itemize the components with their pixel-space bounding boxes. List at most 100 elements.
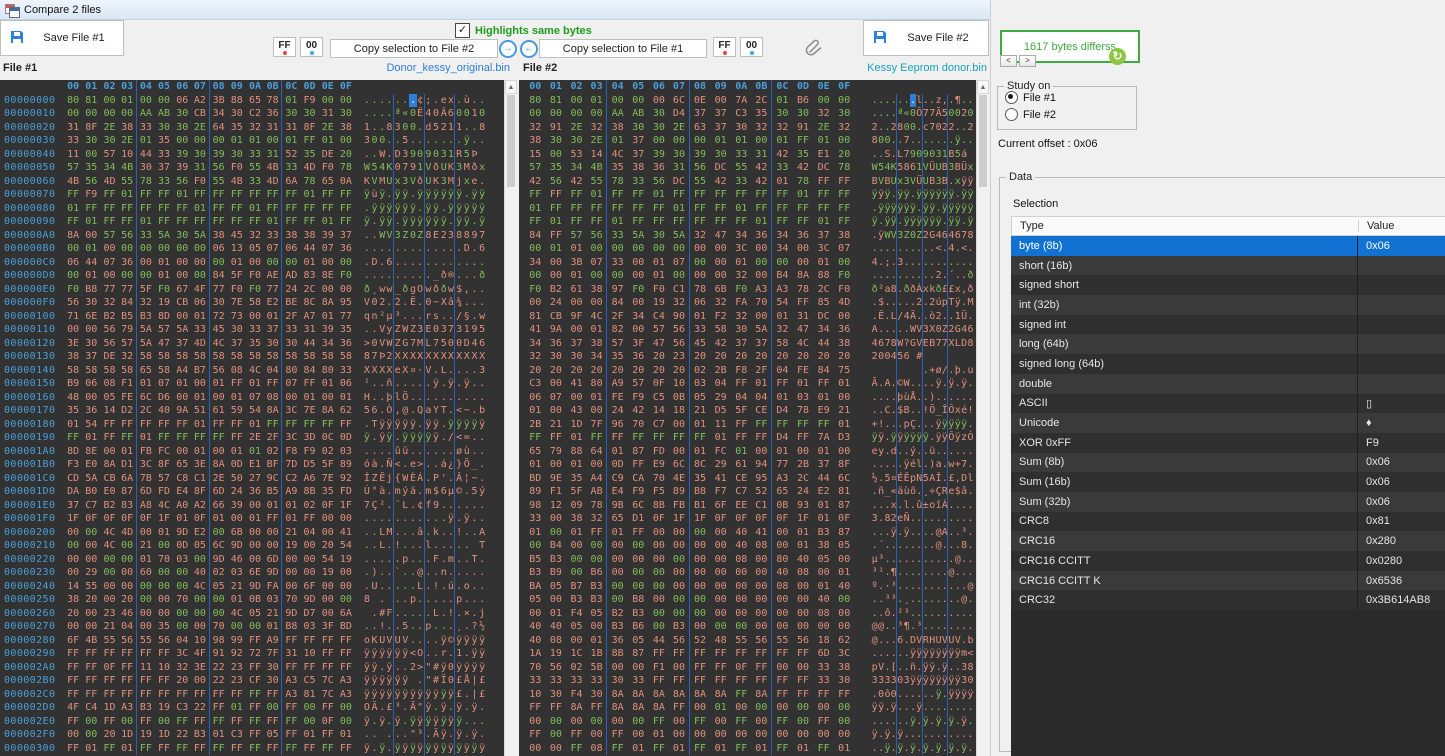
hex-byte[interactable]: 7A (731, 94, 752, 108)
hex-byte[interactable]: 5F (731, 404, 752, 418)
hex-byte[interactable]: 00 (119, 539, 137, 553)
hex-byte[interactable]: 30 (264, 337, 282, 351)
hex-byte[interactable]: 00 (264, 134, 282, 148)
ascii-char[interactable]: 9 (471, 229, 479, 243)
hex-byte[interactable]: 38 (210, 229, 228, 243)
ascii-char[interactable]: . (371, 391, 379, 405)
hex-byte[interactable]: 41 (752, 526, 773, 540)
hex-byte[interactable]: 37 (337, 229, 355, 243)
hex-byte[interactable]: FF (155, 688, 173, 702)
ascii-char[interactable]: 4 (425, 107, 433, 121)
hex-byte[interactable]: 24 (282, 283, 300, 297)
hex-byte[interactable]: 8A (319, 296, 337, 310)
ascii-char[interactable]: . (425, 512, 433, 526)
ascii-char[interactable]: . (386, 134, 394, 148)
hex-byte[interactable]: FF (319, 661, 337, 675)
hex-byte[interactable]: 4C (210, 337, 228, 351)
hex-byte[interactable]: 2F (282, 310, 300, 324)
ascii-char[interactable]: ÿ (448, 377, 456, 391)
hex-byte[interactable]: 00 (834, 593, 855, 607)
hex-byte[interactable]: FF (752, 431, 773, 445)
hex-byte[interactable]: 00 (649, 580, 670, 594)
hex-byte[interactable]: F9 (628, 391, 649, 405)
hex-byte[interactable]: 00 (173, 580, 191, 594)
ascii-char[interactable]: W (378, 148, 386, 162)
hex-byte[interactable]: 38 (525, 134, 546, 148)
ascii-char[interactable]: ® (448, 269, 456, 283)
hex-byte[interactable]: 00 (319, 526, 337, 540)
ascii-char[interactable]: Y (432, 404, 440, 418)
hex-byte[interactable]: 2F (264, 431, 282, 445)
hex-byte[interactable]: 00 (337, 701, 355, 715)
ascii-char[interactable]: 0 (455, 337, 463, 351)
hex-byte[interactable]: 00 (566, 391, 587, 405)
hex-byte[interactable]: 00 (649, 607, 670, 621)
ascii-char[interactable]: 7 (401, 161, 409, 175)
hex-byte[interactable]: B3 (813, 526, 834, 540)
ascii-char[interactable]: ÿ (409, 215, 417, 229)
hex-byte[interactable]: FF (669, 674, 690, 688)
hex-byte[interactable]: 00 (587, 242, 608, 256)
hex-byte[interactable]: 4B (264, 161, 282, 175)
ascii-char[interactable]: ÿ (378, 688, 386, 702)
hex-byte[interactable]: 06 (64, 256, 82, 270)
hex-byte[interactable]: 00 (731, 593, 752, 607)
hex-byte[interactable]: FF (300, 134, 318, 148)
hex-byte[interactable]: FF (100, 202, 118, 216)
ascii-char[interactable]: ÿ (478, 647, 486, 661)
ascii-char[interactable]: ÿ (417, 215, 425, 229)
hex-byte[interactable]: 0F (752, 512, 773, 526)
hex-byte[interactable]: 00 (752, 728, 773, 742)
ascii-char[interactable]: @ (967, 580, 973, 594)
hex-byte[interactable]: 00 (834, 607, 855, 621)
hex-byte[interactable]: 00 (566, 107, 587, 121)
ascii-char[interactable]: u (967, 364, 973, 378)
hex-byte[interactable]: FF (155, 674, 173, 688)
ascii-char[interactable]: Z (401, 229, 409, 243)
hex-byte[interactable]: FF (669, 215, 690, 229)
ascii-char[interactable]: ÿ (386, 661, 394, 675)
ascii-char[interactable]: ÿ (378, 188, 386, 202)
hex-byte[interactable]: 01 (731, 445, 752, 459)
hex-byte[interactable]: FF (191, 431, 209, 445)
ascii-char[interactable]: ÿ (386, 688, 394, 702)
hex-byte[interactable]: 01 (649, 188, 670, 202)
ascii-char[interactable]: . (448, 242, 456, 256)
ascii-char[interactable]: ÿ (455, 418, 463, 432)
hex-byte[interactable]: FF (173, 215, 191, 229)
ascii-char[interactable]: x (967, 161, 973, 175)
hex-byte[interactable]: FF (813, 188, 834, 202)
ascii-char[interactable]: ~ (463, 404, 471, 418)
ascii-char[interactable]: 7 (478, 229, 486, 243)
hex-byte[interactable]: 10 (191, 634, 209, 648)
hex-byte[interactable]: 58 (300, 350, 318, 364)
hex-byte[interactable]: 1F (337, 499, 355, 513)
hex-byte[interactable]: 00 (690, 269, 711, 283)
ascii-char[interactable]: Á (417, 472, 425, 486)
hex-byte[interactable]: FF (649, 715, 670, 729)
fill-ff-button-right[interactable]: FF (713, 37, 736, 57)
data-table-row[interactable]: CRC80x81 (1011, 512, 1445, 532)
ascii-char[interactable]: . (409, 553, 417, 567)
hex-byte[interactable]: 00 (772, 728, 793, 742)
ascii-char[interactable]: . (455, 391, 463, 405)
hex-byte[interactable]: 36 (793, 229, 814, 243)
ascii-char[interactable]: . (432, 539, 440, 553)
hex-byte[interactable]: B3 (587, 580, 608, 594)
hex-byte[interactable]: B9 (64, 377, 82, 391)
hex-byte[interactable]: 2E (813, 121, 834, 135)
ascii-char[interactable]: j (455, 175, 463, 189)
hex-byte[interactable]: 00 (607, 661, 628, 675)
hex-byte[interactable]: 32 (173, 661, 191, 675)
ascii-char[interactable]: ÿ (394, 647, 402, 661)
hex-byte[interactable]: 30 (228, 323, 246, 337)
data-table-row[interactable]: Sum (32b)0x06 (1011, 492, 1445, 512)
hex-byte[interactable]: 32 (587, 512, 608, 526)
ascii-char[interactable]: 8 (363, 350, 371, 364)
hex-byte[interactable]: 20 (119, 593, 137, 607)
hex-byte[interactable]: E4 (607, 485, 628, 499)
hex-byte[interactable]: 44 (813, 337, 834, 351)
copy-selection-to-file1-button[interactable]: Copy selection to File #1 (539, 39, 707, 58)
ascii-char[interactable]: R (455, 148, 463, 162)
hex-byte[interactable]: 01 (246, 202, 264, 216)
